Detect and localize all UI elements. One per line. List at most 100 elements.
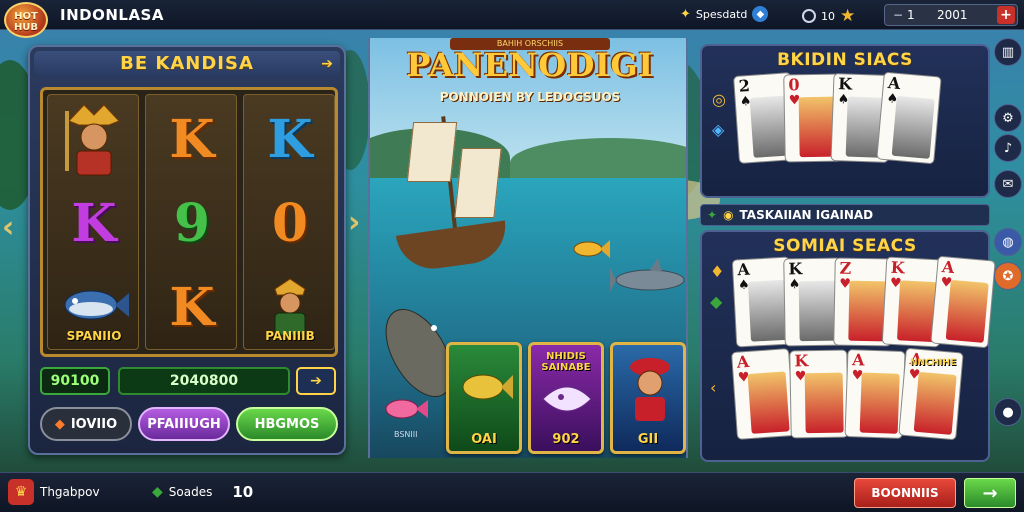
reel-symbol-label: SPANIIO <box>66 329 122 343</box>
gift-icon[interactable]: ✪ <box>994 262 1022 290</box>
fish-card-icon <box>462 374 513 400</box>
chevron-left-icon[interactable]: ‹ <box>710 378 716 397</box>
slot-title-bar: BE KANDISA ➔ <box>34 51 340 77</box>
slot-symbol: K <box>169 276 215 338</box>
card-rank: A <box>736 259 751 280</box>
slot-symbol: 9 <box>173 192 211 254</box>
fishing-game-panel[interactable]: BAHIH ORSCHIIS PANENODIGI PONNOIEN BY LE… <box>368 38 688 458</box>
fishing-subtitle: PONNOIEN BY LEDOGSUOS <box>439 90 621 104</box>
logo[interactable]: HOT HUB <box>4 2 48 38</box>
card-art <box>798 280 838 342</box>
coin-icon: ◆ <box>54 416 65 432</box>
globe-icon[interactable]: ◍ <box>994 228 1022 256</box>
right-rail: ▥ ⚙ ♪ ✉ ◍ ✪ ● <box>992 34 1024 434</box>
playing-card[interactable]: A ♠ <box>876 71 942 165</box>
card-rank: K <box>788 259 803 279</box>
star-reward-icon[interactable]: ★ <box>840 6 855 26</box>
arrow-right-icon: ➔ <box>310 373 322 389</box>
chevron-right-icon[interactable]: ➔ <box>321 51 334 77</box>
game-card-ray[interactable]: NHIDIS SAINABE 902 <box>528 342 604 454</box>
arrow-right-icon: → <box>982 482 998 504</box>
card-game-panel-top[interactable]: BKIDIN SIACS ◎ ◈ 2 ♠ 0 ♥ K ♠ A ♠ <box>700 44 990 198</box>
menu-icon[interactable]: ▥ <box>994 38 1022 66</box>
shark-icon <box>610 258 685 292</box>
profile-button[interactable]: ♛ Thgabpov <box>8 479 100 505</box>
warrior-icon <box>65 104 120 176</box>
playing-card[interactable]: A ♥ <box>844 349 906 439</box>
emerald-icon[interactable]: ◆ <box>710 292 722 311</box>
playing-card[interactable]: A ♥ <box>731 348 795 440</box>
scores: ◆ Soades 10 <box>152 483 253 501</box>
game-card-hero[interactable]: GII <box>610 342 686 454</box>
card-panel-title: SOMIAI SEACS <box>773 236 917 256</box>
card-rank: A <box>851 350 865 370</box>
reel-symbol-label: PANIIIB <box>265 329 315 343</box>
credit-row: 90100 2040800 ➔ <box>40 367 338 397</box>
fishing-title: PANENODIGI <box>406 46 654 84</box>
bet-label: IOVIIO <box>70 416 118 432</box>
game-card-fish[interactable]: OAI <box>446 342 522 454</box>
bell-icon[interactable]: ♦ <box>710 262 724 281</box>
bet-button[interactable]: ◆ IOVIIO <box>40 407 132 441</box>
bonus-label: HBGMOS <box>254 416 320 432</box>
ship-sail <box>454 148 502 218</box>
card-rank: 0 <box>788 75 800 95</box>
prev-arrow-icon[interactable]: ‹ <box>2 210 14 245</box>
chat-icon[interactable]: ✉ <box>994 170 1022 198</box>
slot-symbol: 0 <box>271 192 309 254</box>
profile-label: Thgabpov <box>40 485 100 499</box>
audio-icon[interactable]: ♪ <box>994 134 1022 162</box>
next-arrow-icon[interactable]: › <box>348 205 360 240</box>
tuna-icon <box>64 290 129 320</box>
card-rank: A <box>887 73 902 94</box>
promo-button[interactable]: BOONNIIS <box>854 478 956 508</box>
card-art <box>859 372 900 434</box>
card-art <box>804 372 844 434</box>
slot-machine-panel: BE KANDISA ➔ K SPANIIO K 9 K K 0 PANIIIB… <box>28 45 346 455</box>
card-game-panel-bottom[interactable]: SOMIAI SEACS ♦ ◆ ‹ A ♠ K ♠ Z ♥ K ♥ A ♥ A ♥ K ♥ A ♥ A ♥ NNC… <box>700 230 996 462</box>
card-art <box>945 279 989 343</box>
marquee-text: TASKAIIAN IGAINAD <box>739 208 874 222</box>
card-rank: K <box>837 74 853 94</box>
card-rank: 2 <box>738 76 751 96</box>
scores-value: 10 <box>232 483 254 501</box>
promo-label: BOONNIIS <box>871 486 939 500</box>
ship-sail <box>406 122 458 182</box>
card-label: OAI <box>471 432 497 447</box>
info-icon[interactable]: ◆ <box>752 6 769 22</box>
slot-symbol: K <box>71 192 117 254</box>
minus-icon[interactable]: − <box>893 8 903 22</box>
top-bar: INDONLASA ✦ Spesdatd ◆ 10 ★ − 1 2001 + <box>0 0 1024 30</box>
settings-icon[interactable]: ⚙ <box>994 104 1022 132</box>
ring-icon[interactable]: ◎ <box>712 90 726 109</box>
diamond-icon[interactable]: ◈ <box>712 120 724 139</box>
card-rank: K <box>794 351 809 371</box>
fish-symbol: SPANIIO <box>52 267 136 347</box>
counter: 10 ★ <box>802 6 855 26</box>
card-panel-title: BKIDIN SIACS <box>777 50 913 70</box>
hero-symbol: PANIIIB <box>248 267 332 347</box>
action-buttons: ◆ IOVIIO PFAIIIUGH HBGMOS <box>40 407 338 443</box>
target-icon: ◉ <box>723 208 734 222</box>
reel-3: K 0 PANIIIB <box>243 94 335 350</box>
card-rank: Z <box>839 258 852 278</box>
card-label: GII <box>637 432 659 447</box>
sound-label: Spesdatd <box>695 7 748 21</box>
stingray-icon <box>542 386 592 412</box>
balance-value: 2001 <box>937 8 968 22</box>
add-funds-button[interactable]: + <box>997 6 1015 24</box>
card-top-label: NHIDIS SAINABE <box>541 351 591 373</box>
profile-icon[interactable]: ● <box>994 398 1022 426</box>
sound-toggle[interactable]: ✦ Spesdatd ◆ <box>680 6 769 22</box>
slot-reels: K SPANIIO K 9 K K 0 PANIIIB <box>40 87 338 357</box>
spin-arrow-button[interactable]: ➔ <box>296 367 336 395</box>
girl-icon <box>630 358 670 421</box>
reel-1: K SPANIIO <box>47 94 139 350</box>
feature-button[interactable]: PFAIIIUGH <box>138 407 230 441</box>
star-icon: ✦ <box>707 208 718 222</box>
playing-card[interactable]: K ♥ <box>789 349 849 439</box>
go-button[interactable]: → <box>964 478 1016 508</box>
playing-card[interactable]: A ♥ <box>930 255 996 349</box>
jumping-fish-icon <box>573 240 610 258</box>
bonus-button[interactable]: HBGMOS <box>236 407 338 441</box>
